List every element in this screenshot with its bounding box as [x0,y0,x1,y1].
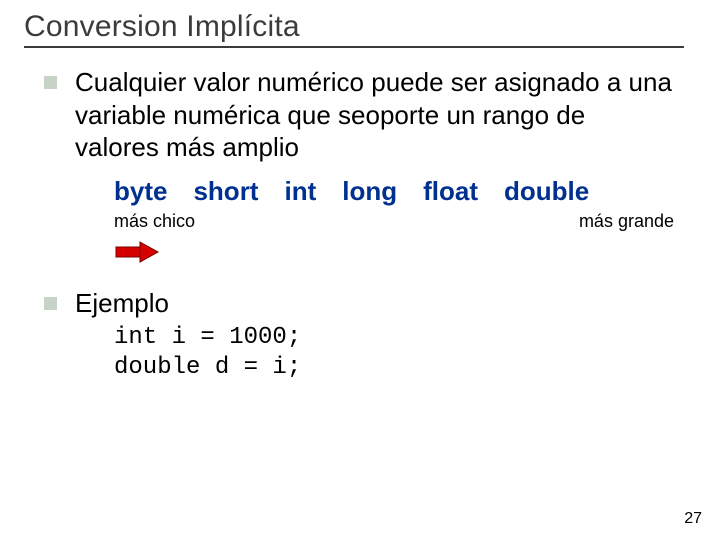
page-number: 27 [684,510,702,528]
ejemplo-block: Ejemplo int i = 1000; double d = i; [24,287,696,384]
code-line-2: double d = i; [114,354,301,381]
type-short: short [193,176,258,207]
range-small-label: más chico [114,211,195,232]
bullet-text-main: Cualquier valor numérico puede ser asign… [75,66,675,164]
square-bullet-icon [44,297,57,310]
arrow-right-icon [114,240,160,264]
range-large-label: más grande [579,211,674,232]
type-int: int [284,176,316,207]
code-block: int i = 1000; double d = i; [114,323,696,383]
range-row: más chico más grande [114,211,674,232]
type-byte: byte [114,176,167,207]
slide: Conversion Implícita Cualquier valor num… [0,0,720,540]
types-row: byte short int long float double [114,176,696,207]
type-long: long [342,176,397,207]
title-underline [24,46,684,48]
type-float: float [423,176,478,207]
arrow-holder [114,240,696,269]
bullet-item-ejemplo: Ejemplo [44,287,696,320]
type-double: double [504,176,589,207]
square-bullet-icon [44,76,57,89]
bullet-text-ejemplo: Ejemplo [75,287,169,320]
code-line-1: int i = 1000; [114,324,301,351]
bullet-item-main: Cualquier valor numérico puede ser asign… [44,66,696,164]
slide-title: Conversion Implícita [24,10,696,44]
